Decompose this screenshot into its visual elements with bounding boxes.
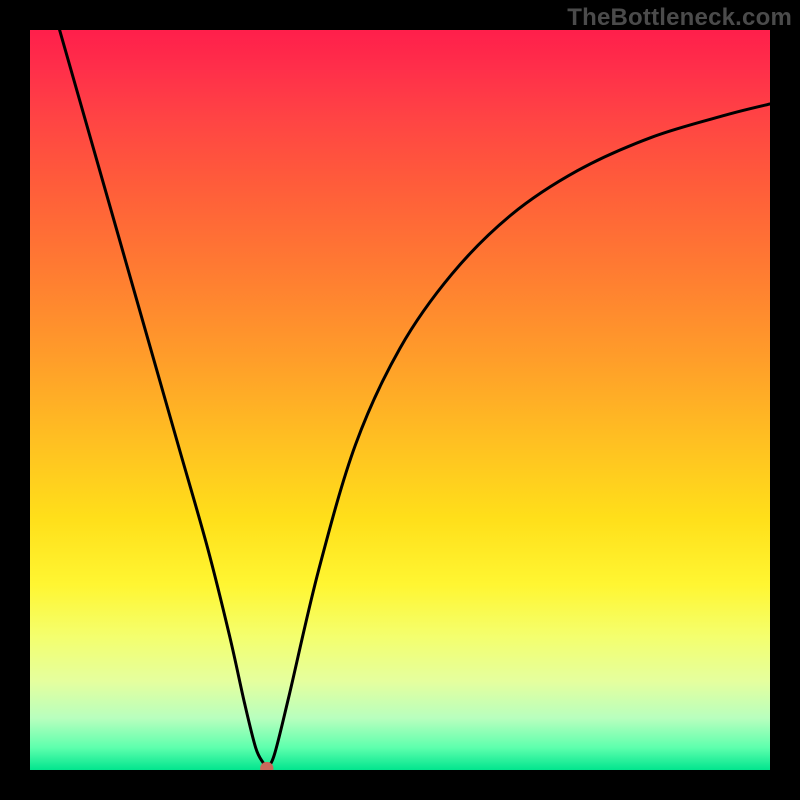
chart-stage: TheBottleneck.com [0, 0, 800, 800]
plot-area [30, 30, 770, 770]
bottleneck-curve [60, 30, 770, 767]
watermark-label: TheBottleneck.com [567, 4, 792, 32]
curve-layer [30, 30, 770, 770]
